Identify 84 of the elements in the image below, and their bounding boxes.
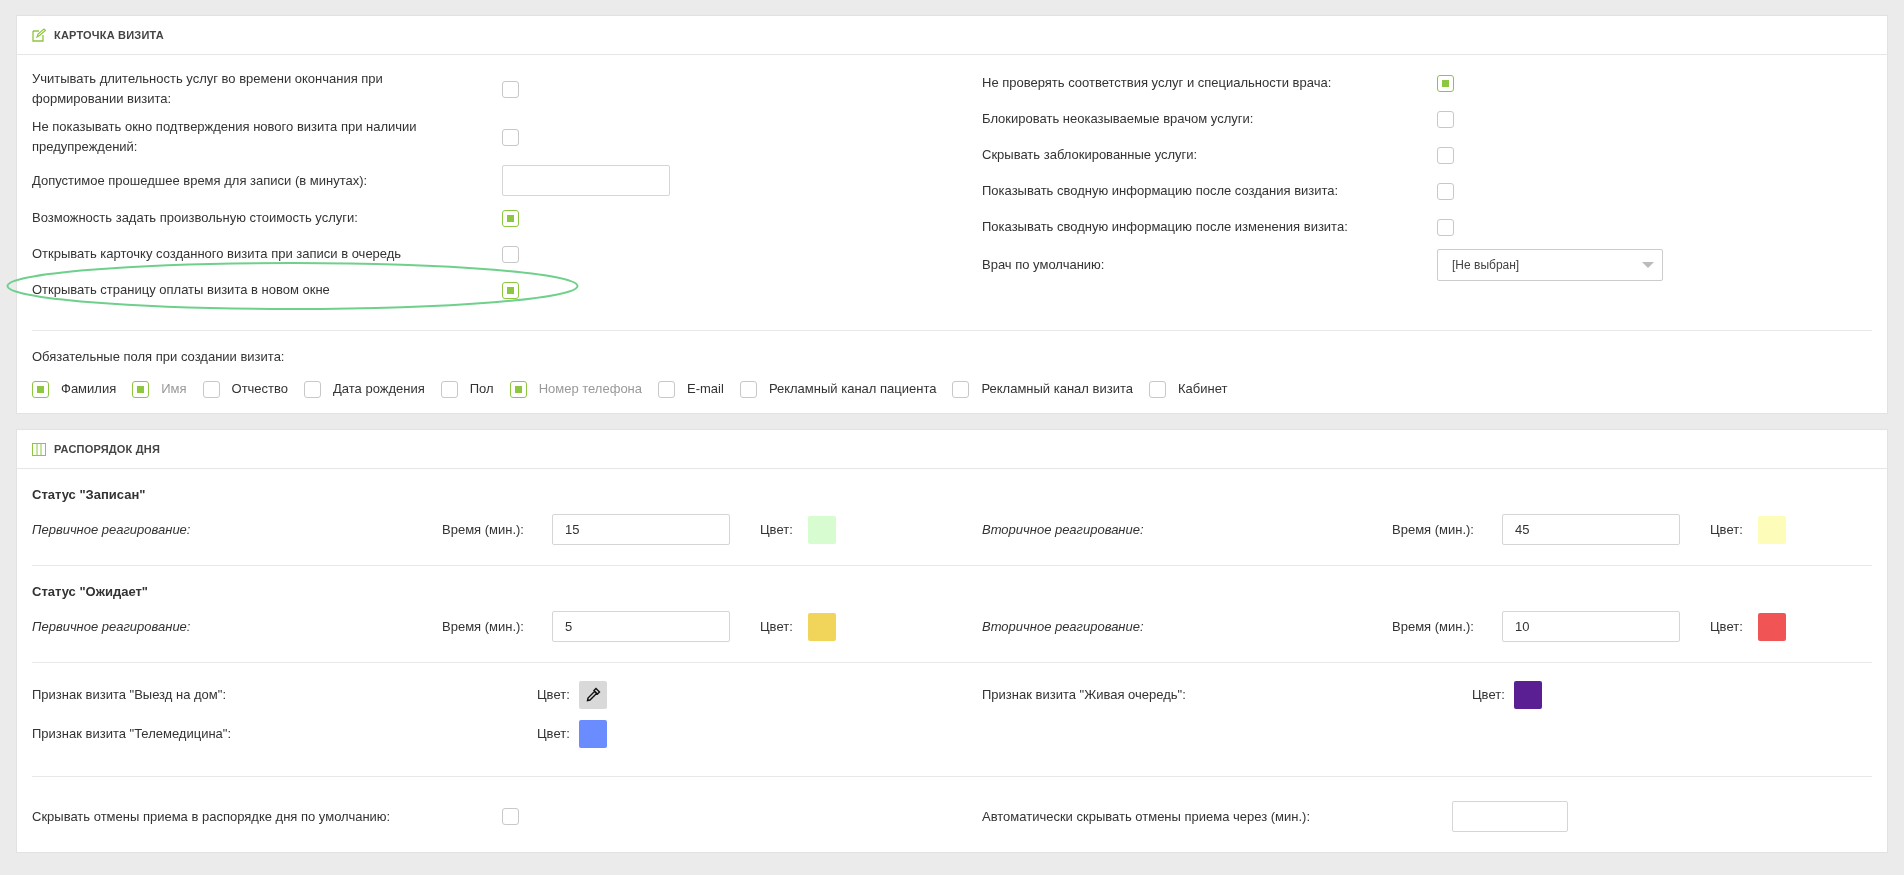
- checkbox[interactable]: [739, 380, 757, 398]
- checkbox[interactable]: [952, 380, 970, 398]
- field-option-label: Кабинет: [1178, 380, 1228, 398]
- edit-icon: [32, 28, 46, 42]
- color-label: Цвет:: [760, 520, 794, 539]
- field-option-label: Фамилия: [61, 380, 117, 398]
- setting-label: Не проверять соответствия услуг и специальности врача:: [982, 74, 1333, 92]
- field-option-label: Имя: [161, 380, 187, 398]
- field-option-label: Дата рождения: [333, 380, 425, 398]
- time-input[interactable]: 10: [1502, 611, 1680, 642]
- panel-title: РАСПОРЯДОК ДНЯ: [54, 443, 161, 455]
- checkbox[interactable]: [1149, 380, 1166, 398]
- setting-label: Скрывать заблокированные услуги:: [982, 146, 1199, 164]
- setting-label: Автоматически скрывать отмены приема через (мин.):: [982, 807, 1312, 826]
- checkbox[interactable]: [502, 281, 519, 299]
- setting-label: Показывать сводную информацию после изменения визита:: [982, 218, 1349, 236]
- color-picker-button[interactable]: [579, 681, 607, 709]
- checkbox[interactable]: [502, 209, 519, 227]
- input-field[interactable]: [502, 165, 670, 196]
- color-label: Цвет:: [760, 617, 794, 636]
- field-option-label: Рекламный канал пациента: [768, 380, 937, 398]
- checkbox[interactable]: [202, 380, 220, 398]
- color-swatch[interactable]: [579, 720, 607, 748]
- columns-icon: [32, 442, 46, 456]
- time-label: Время (мин.):: [442, 617, 525, 636]
- marker-label: Признак визита "Телемедицина":: [32, 725, 233, 743]
- checkbox[interactable]: [502, 245, 519, 263]
- input-field[interactable]: [1452, 801, 1568, 832]
- time-label: Время (мин.):: [1392, 617, 1475, 636]
- time-input[interactable]: 45: [1502, 514, 1680, 545]
- setting-label: Возможность задать произвольную стоимость услуги:: [32, 209, 359, 227]
- reaction-label: Вторичное реагирование:: [982, 617, 1145, 636]
- reaction-label: Первичное реагирование:: [32, 617, 192, 636]
- color-swatch[interactable]: [1758, 515, 1786, 544]
- eyedropper-icon: [585, 687, 601, 703]
- status-title: Статус "Ожидает": [32, 584, 149, 599]
- color-label: Цвет:: [537, 686, 571, 704]
- setting-label: Блокировать неоказываемые врачом услуги:: [982, 110, 1255, 128]
- color-swatch[interactable]: [808, 612, 836, 641]
- color-label: Цвет:: [1710, 617, 1744, 636]
- required-fields-label: Обязательные поля при создании визита:: [32, 348, 286, 366]
- time-input[interactable]: 15: [552, 514, 730, 545]
- setting-label: Скрывать отмены приема в распорядке дня по умолчанию:: [32, 807, 392, 826]
- reaction-label: Вторичное реагирование:: [982, 520, 1145, 539]
- color-label: Цвет:: [1710, 520, 1744, 539]
- color-label: Цвет:: [537, 725, 571, 743]
- field-option-label: Отчество: [231, 380, 289, 398]
- status-title: Статус "Записан": [32, 487, 147, 502]
- checkbox[interactable]: [502, 80, 519, 98]
- setting-label: Открывать карточку созданного визита при записи в очередь: [32, 245, 403, 263]
- checkbox[interactable]: [1437, 182, 1454, 200]
- checkbox[interactable]: [1437, 110, 1454, 128]
- color-swatch[interactable]: [1514, 681, 1542, 709]
- color-label: Цвет:: [1472, 686, 1506, 704]
- color-swatch[interactable]: [808, 515, 836, 544]
- setting-label: Не показывать окно подтверждения нового визита при наличии предупреждений:: [32, 118, 418, 156]
- marker-label: Признак визита "Выезд на дом":: [32, 686, 227, 704]
- checkbox[interactable]: [502, 128, 519, 146]
- checkbox[interactable]: [1437, 218, 1454, 236]
- checkbox[interactable]: [32, 380, 49, 398]
- time-label: Время (мин.):: [1392, 520, 1475, 539]
- time-label: Время (мин.):: [442, 520, 525, 539]
- color-swatch[interactable]: [1758, 612, 1786, 641]
- checkbox[interactable]: [658, 380, 676, 398]
- field-option-label: Пол: [469, 380, 494, 398]
- checkbox[interactable]: [1437, 146, 1454, 164]
- panel-title: КАРТОЧКА ВИЗИТА: [54, 29, 164, 41]
- setting-label: Открывать страницу оплаты визита в новом окне: [32, 281, 331, 299]
- reaction-label: Первичное реагирование:: [32, 520, 192, 539]
- caret-icon: [1642, 262, 1654, 268]
- checkbox[interactable]: [440, 380, 458, 398]
- time-input[interactable]: 5: [552, 611, 730, 642]
- field-option-label: Номер телефона: [538, 380, 643, 398]
- field-option-label: E-mail: [687, 380, 724, 398]
- checkbox[interactable]: [304, 380, 322, 398]
- marker-label: Признак визита "Живая очередь":: [982, 686, 1187, 704]
- setting-label: Учитывать длительность услуг во времени окончания при формировании визита:: [32, 70, 384, 108]
- setting-label: Показывать сводную информацию после создания визита:: [982, 182, 1340, 200]
- field-option-label: Рекламный канал визита: [981, 380, 1133, 398]
- setting-label: Допустимое прошедшее время для записи (в минутах):: [32, 171, 369, 190]
- checkbox[interactable]: [502, 808, 519, 825]
- doctor-select[interactable]: [Не выбран]: [1437, 249, 1663, 281]
- setting-label: Врач по умолчанию:: [982, 256, 1106, 274]
- checkbox[interactable]: [1437, 74, 1454, 92]
